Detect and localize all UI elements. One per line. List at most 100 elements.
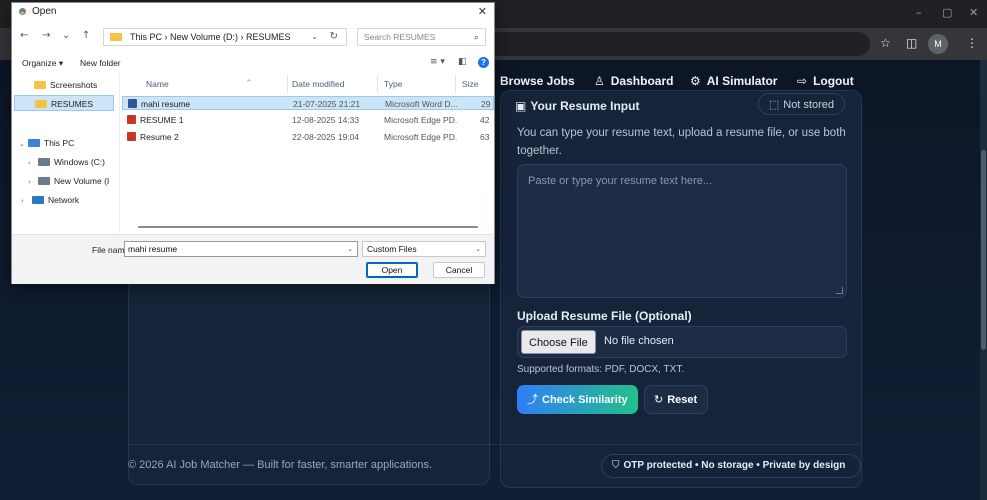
tree-item-windows-drive[interactable]: Windows (C:) xyxy=(38,154,118,170)
folder-icon xyxy=(110,33,122,41)
file-name: mahi resume xyxy=(141,99,191,109)
help-icon[interactable]: ? xyxy=(478,57,489,68)
forward-arrow-icon[interactable]: → xyxy=(42,30,50,41)
file-size: 63 xyxy=(480,132,490,142)
preview-pane-icon[interactable]: ◧ xyxy=(458,57,467,67)
horizontal-scrollbar[interactable] xyxy=(138,226,478,228)
profile-avatar[interactable]: M xyxy=(928,34,948,54)
shield-icon: ⛉ xyxy=(612,460,620,471)
cancel-button[interactable]: Cancel xyxy=(433,262,485,278)
sort-ascending-icon: ^ xyxy=(246,79,252,87)
file-row-resume-1[interactable]: RESUME 1 12-08-2025 14:33 Microsoft Edge… xyxy=(122,113,494,127)
navigation-pane: Screenshots RESUMES ⌄ This PC › Windows … xyxy=(12,73,120,233)
pdf-document-icon xyxy=(127,115,136,124)
file-date: 21-07-2025 21:21 xyxy=(293,99,361,109)
file-type-dropdown-icon[interactable]: ⌄ xyxy=(475,242,481,256)
column-header-size[interactable]: Size xyxy=(462,79,479,89)
path-dropdown-icon[interactable]: ⌄ xyxy=(311,29,318,45)
file-name: RESUME 1 xyxy=(140,115,184,125)
recent-locations-icon[interactable]: ⌄ xyxy=(62,30,70,41)
view-options-icon[interactable]: ≡ ▾ xyxy=(430,57,445,67)
file-size: 42 xyxy=(480,115,490,125)
close-window-button[interactable]: ✕ xyxy=(969,6,978,19)
pdf-document-icon xyxy=(127,132,136,141)
nav-browse-jobs[interactable]: Browse Jobs xyxy=(500,74,575,88)
address-bar[interactable] xyxy=(470,32,870,56)
expand-chevron-icon[interactable]: ⌄ xyxy=(19,140,25,148)
browser-menu-icon[interactable]: ⋮ xyxy=(966,36,978,50)
dialog-title: Open xyxy=(32,6,57,17)
expand-chevron-icon[interactable]: › xyxy=(28,159,31,167)
minimize-window-button[interactable]: – xyxy=(916,6,922,19)
robot-icon: ⚙ xyxy=(690,74,701,88)
logout-icon: ⇨ xyxy=(797,74,808,88)
bookmark-star-icon[interactable]: ☆ xyxy=(880,36,891,50)
tree-item-new-volume[interactable]: New Volume (I xyxy=(38,173,118,189)
user-icon: ♙ xyxy=(594,74,605,88)
file-name-input[interactable]: mahi resume ⌄ xyxy=(124,241,358,257)
new-folder-button[interactable]: New folder xyxy=(80,58,121,68)
expand-chevron-icon[interactable]: › xyxy=(28,178,31,186)
column-separator[interactable] xyxy=(287,75,288,93)
back-arrow-icon[interactable]: ← xyxy=(20,30,28,41)
column-header-date[interactable]: Date modified xyxy=(292,79,344,89)
file-name: Resume 2 xyxy=(140,132,179,142)
dialog-navigation-bar: ← → ⌄ ↑ This PC › New Volume (D:) › RESU… xyxy=(12,21,494,51)
tree-item-this-pc[interactable]: This PC xyxy=(28,135,118,151)
maximize-window-button[interactable]: ▢ xyxy=(942,6,952,19)
word-document-icon xyxy=(128,99,137,108)
file-type-select[interactable]: Custom Files ⌄ xyxy=(362,241,486,257)
reset-button[interactable]: ↻ Reset xyxy=(644,385,708,414)
upload-file-label: Upload Resume File (Optional) xyxy=(517,309,692,323)
address-path[interactable]: This PC › New Volume (D:) › RESUMES xyxy=(130,32,291,42)
folder-icon xyxy=(35,100,47,108)
file-open-dialog: Open ✕ ← → ⌄ ↑ This PC › New Volume (D:)… xyxy=(11,2,495,284)
tree-item-network[interactable]: Network xyxy=(32,192,118,208)
column-separator[interactable] xyxy=(377,75,378,93)
file-row-mahi-resume[interactable]: mahi resume 21-07-2025 21:21 Microsoft W… xyxy=(122,96,494,110)
computer-icon xyxy=(28,139,40,147)
nav-dashboard[interactable]: ♙ Dashboard xyxy=(594,74,673,88)
file-status-text: No file chosen xyxy=(604,335,674,347)
file-type: Microsoft Word D... xyxy=(385,99,458,109)
dialog-close-icon[interactable]: ✕ xyxy=(478,5,487,18)
chart-icon: ⤴ xyxy=(527,393,538,406)
address-path-bar[interactable]: This PC › New Volume (D:) › RESUMES ⌄ ↻ xyxy=(103,28,347,46)
refresh-icon[interactable]: ↻ xyxy=(330,29,338,45)
lock-icon: ⬚ xyxy=(768,98,780,111)
chrome-app-icon xyxy=(17,6,28,17)
supported-formats-text: Supported formats: PDF, DOCX, TXT. xyxy=(517,364,685,375)
not-stored-badge: ⬚ Not stored xyxy=(757,93,845,115)
tree-item-resumes[interactable]: RESUMES xyxy=(14,95,114,111)
dialog-footer: File name: mahi resume ⌄ Custom Files ⌄ … xyxy=(12,234,494,284)
column-header-name[interactable]: Name ^ xyxy=(146,79,252,89)
resume-file-input[interactable]: Choose File No file chosen xyxy=(517,326,847,358)
document-icon: ▣ xyxy=(515,99,527,113)
file-size: 29 xyxy=(481,99,491,109)
nav-ai-simulator[interactable]: ⚙ AI Simulator xyxy=(690,74,777,88)
up-arrow-icon[interactable]: ↑ xyxy=(82,30,90,41)
file-name-dropdown-icon[interactable]: ⌄ xyxy=(347,242,353,256)
organize-button[interactable]: Organize ▾ xyxy=(22,58,63,69)
resume-input-description: You can type your resume text, upload a … xyxy=(517,127,846,157)
folder-icon xyxy=(34,81,46,89)
check-similarity-button[interactable]: ⤴ Check Similarity xyxy=(517,385,638,414)
nav-logout[interactable]: ⇨ Logout xyxy=(797,74,854,88)
job-description-card xyxy=(128,276,490,485)
column-header-type[interactable]: Type xyxy=(384,79,402,89)
resume-input-card: ▣ Your Resume Input ⬚ Not stored You can t… xyxy=(500,90,862,488)
extensions-icon[interactable]: ◫ xyxy=(906,36,917,50)
search-input[interactable]: Search RESUMES ⌕ xyxy=(357,28,486,46)
file-date: 12-08-2025 14:33 xyxy=(292,115,360,125)
page-scrollbar[interactable] xyxy=(980,60,987,500)
file-row-resume-2[interactable]: Resume 2 22-08-2025 19:04 Microsoft Edge… xyxy=(122,130,494,144)
resume-text-area[interactable]: Paste or type your resume text here... xyxy=(517,164,847,298)
choose-file-button[interactable]: Choose File xyxy=(521,330,596,354)
tree-item-screenshots[interactable]: Screenshots xyxy=(14,77,114,93)
page-scroll-thumb[interactable] xyxy=(981,150,986,350)
open-button[interactable]: Open xyxy=(366,262,418,278)
footer-divider xyxy=(128,444,861,445)
expand-chevron-icon[interactable]: › xyxy=(21,197,24,205)
file-type: Microsoft Edge PD... xyxy=(384,115,458,125)
column-separator[interactable] xyxy=(455,75,456,93)
